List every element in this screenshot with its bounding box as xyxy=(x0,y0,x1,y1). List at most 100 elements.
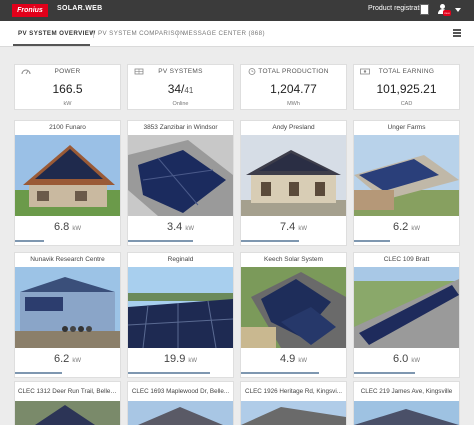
power-bar xyxy=(354,372,415,374)
system-power: 6.0 kW xyxy=(354,353,459,365)
system-card[interactable]: CLEC 1693 Maplewood Dr, Belle... xyxy=(127,381,234,425)
system-power: 6.2 kW xyxy=(354,221,459,233)
stat-total-count: 41 xyxy=(184,86,194,95)
system-name[interactable]: Nunavik Research Centre xyxy=(15,256,120,263)
system-card[interactable]: Nunavik Research Centre 6.2 kW xyxy=(14,252,121,378)
tab-pv-system-overview[interactable]: PV SYSTEM OVERVIEW xyxy=(18,30,96,37)
system-photo[interactable] xyxy=(15,135,120,216)
system-power-unit: kW xyxy=(72,358,82,364)
system-name[interactable]: 2100 Funaro xyxy=(15,124,120,131)
system-photo[interactable] xyxy=(241,135,346,216)
system-power-value: 6.2 xyxy=(392,221,409,233)
tab-divider xyxy=(177,30,178,38)
system-photo[interactable] xyxy=(15,401,120,425)
stat-total-earning: TOTAL EARNING 101,925.21 CAD xyxy=(353,64,460,110)
system-card[interactable]: CLEC 1312 Deer Run Trail, Belle ... xyxy=(14,381,121,425)
stat-label: TOTAL PRODUCTION xyxy=(258,68,329,75)
system-power: 4.9 kW xyxy=(241,353,346,365)
system-power-unit: kW xyxy=(411,226,421,232)
system-name[interactable]: CLEC 1312 Deer Run Trail, Belle ... xyxy=(15,388,120,395)
system-card[interactable]: Reginald 19.9 kW xyxy=(127,252,234,378)
main-nav: PV SYSTEM OVERVIEW PV SYSTEM COMPARISON … xyxy=(0,21,474,47)
power-bar xyxy=(15,372,62,374)
power-bar xyxy=(354,240,390,242)
active-tab-indicator xyxy=(13,44,90,46)
system-power: 6.8 kW xyxy=(15,221,120,233)
system-name[interactable]: Keech Solar System xyxy=(241,256,346,263)
qr-code-icon[interactable] xyxy=(420,4,429,15)
system-photo[interactable] xyxy=(354,135,459,216)
system-name[interactable]: CLEC 219 James Ave, Kingsville xyxy=(354,388,459,395)
power-bar xyxy=(241,372,319,374)
stat-label: POWER xyxy=(54,68,81,75)
system-photo[interactable] xyxy=(354,401,459,425)
system-power-unit: kW xyxy=(298,358,308,364)
system-photo[interactable] xyxy=(354,267,459,348)
system-power-value: 6.0 xyxy=(392,353,409,365)
system-photo[interactable] xyxy=(15,267,120,348)
tab-message-center[interactable]: MESSAGE CENTER (868) xyxy=(183,30,265,37)
stat-unit: Online xyxy=(172,101,189,107)
list-menu-icon[interactable] xyxy=(453,29,461,37)
system-power-unit: kW xyxy=(185,226,195,232)
stat-value: 1,204.77 xyxy=(270,82,317,96)
system-card[interactable]: CLEC 1926 Heritage Rd, Kingsvi... xyxy=(240,381,347,425)
stat-power: POWER 166.5 kW xyxy=(14,64,121,110)
system-power: 6.2 kW xyxy=(15,353,120,365)
system-name[interactable]: CLEC 1926 Heritage Rd, Kingsvi... xyxy=(241,388,346,395)
top-bar: Fronius SOLAR.WEB Product registration n… xyxy=(0,0,474,21)
system-power-value: 3.4 xyxy=(166,221,183,233)
tab-pv-system-comparison[interactable]: PV SYSTEM COMPARISON xyxy=(98,30,185,37)
stat-total-production: TOTAL PRODUCTION 1,204.77 MWh xyxy=(240,64,347,110)
system-name[interactable]: 3853 Zanzibar in Windsor xyxy=(128,124,233,131)
stat-unit: CAD xyxy=(400,101,413,107)
system-card[interactable]: Unger Farms 6.2 kW xyxy=(353,120,460,246)
system-card[interactable]: Keech Solar System 4.9 kW xyxy=(240,252,347,378)
stat-value: 34/41 xyxy=(128,82,233,96)
tab-divider xyxy=(93,30,94,38)
stat-online-count: 34/ xyxy=(167,82,185,96)
chevron-down-icon[interactable] xyxy=(455,8,461,12)
system-photo[interactable] xyxy=(128,267,233,348)
app-name[interactable]: SOLAR.WEB xyxy=(57,5,102,12)
power-bar xyxy=(241,240,299,242)
stat-label: PV SYSTEMS xyxy=(158,68,203,75)
system-power-value: 19.9 xyxy=(163,353,186,365)
system-power-value: 6.2 xyxy=(53,353,70,365)
system-photo[interactable] xyxy=(241,401,346,425)
system-power: 7.4 kW xyxy=(241,221,346,233)
system-name[interactable]: Andy Presland xyxy=(241,124,346,131)
system-power-value: 7.4 xyxy=(279,221,296,233)
system-card[interactable]: CLEC 109 Bratt 6.0 kW xyxy=(353,252,460,378)
system-power-value: 6.8 xyxy=(53,221,70,233)
system-name[interactable]: CLEC 1693 Maplewood Dr, Belle... xyxy=(128,388,233,395)
system-photo[interactable] xyxy=(241,267,346,348)
stat-pv-systems: PV SYSTEMS 34/41 Online xyxy=(127,64,234,110)
power-bar xyxy=(128,240,193,242)
user-badge: neu xyxy=(443,10,451,16)
system-power-unit: kW xyxy=(298,226,308,232)
system-power: 19.9 kW xyxy=(128,353,233,365)
stat-value: 166.5 xyxy=(52,82,83,96)
fronius-logo[interactable]: Fronius xyxy=(12,4,48,17)
stat-unit: kW xyxy=(63,101,72,107)
system-power-unit: kW xyxy=(188,358,198,364)
system-power-unit: kW xyxy=(411,358,421,364)
system-card[interactable]: 3853 Zanzibar in Windsor 3.4 kW xyxy=(127,120,234,246)
power-bar xyxy=(15,240,44,242)
system-power-unit: kW xyxy=(72,226,82,232)
system-name[interactable]: Unger Farms xyxy=(354,124,459,131)
stat-unit: MWh xyxy=(287,101,300,107)
system-card[interactable]: Andy Presland 7.4 kW xyxy=(240,120,347,246)
stat-label: TOTAL EARNING xyxy=(378,68,435,75)
stat-value: 101,925.21 xyxy=(376,82,437,96)
system-name[interactable]: Reginald xyxy=(128,256,233,263)
system-photo[interactable] xyxy=(128,135,233,216)
system-power-value: 4.9 xyxy=(279,353,296,365)
system-photo[interactable] xyxy=(128,401,233,425)
system-name[interactable]: CLEC 109 Bratt xyxy=(354,256,459,263)
system-power: 3.4 kW xyxy=(128,221,233,233)
system-card[interactable]: CLEC 219 James Ave, Kingsville xyxy=(353,381,460,425)
power-bar xyxy=(128,372,210,374)
system-card[interactable]: 2100 Funaro 6.8 kW xyxy=(14,120,121,246)
